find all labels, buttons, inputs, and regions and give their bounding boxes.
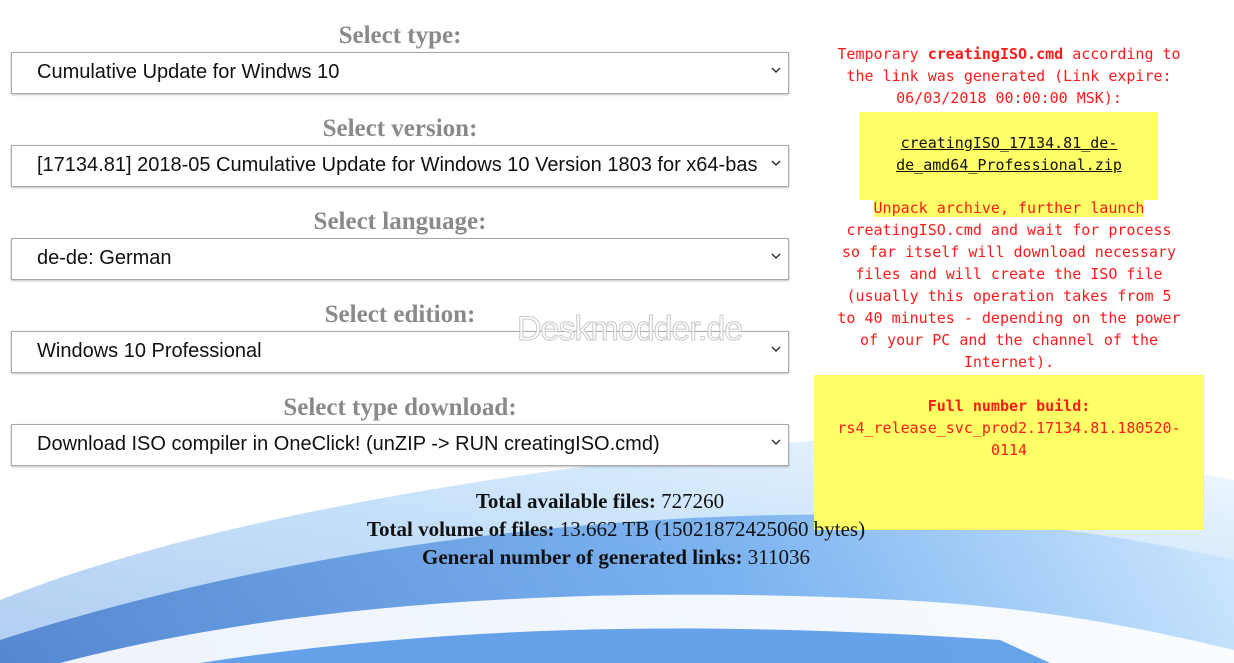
download-link-box: creatingISO_17134.81_de- de_amd64_Profes… <box>860 112 1158 200</box>
intro-post: according to <box>1072 45 1181 63</box>
stat-volume-value: 13.662 TB (15021872425060 bytes) <box>559 517 866 541</box>
select-language-value: de-de: German <box>37 247 172 269</box>
unpack-line-1: Unpack archive, further launch <box>873 199 1145 217</box>
stat-volume: Total volume of files: 13.662 TB (150218… <box>0 517 1233 542</box>
chevron-down-icon <box>771 67 781 74</box>
select-type-dropdown[interactable]: Cumulative Update for Windws 10 <box>11 52 789 94</box>
select-version-value: [17134.81] 2018-05 Cumulative Update for… <box>37 154 758 176</box>
unpack-line: of your PC and the channel of the <box>859 331 1158 349</box>
watermark: Deskmodder.de <box>516 310 743 349</box>
unpack-instructions: Unpack archive, further launch creatingI… <box>814 197 1204 373</box>
intro-pre: Temporary <box>837 45 919 63</box>
select-type-label: Select type: <box>338 22 462 49</box>
unpack-line: creatingISO.cmd and wait for process <box>846 221 1172 239</box>
unpack-line: (usually this operation takes from 5 <box>846 287 1172 305</box>
stat-available-files: Total available files: 727260 <box>0 489 1217 514</box>
download-link[interactable]: creatingISO_17134.81_de- <box>901 134 1118 152</box>
stat-links-label: General number of generated links: <box>422 545 743 569</box>
select-download-type-value: Download ISO compiler in OneClick! (unZI… <box>37 433 660 455</box>
stat-available-label: Total available files: <box>475 489 656 513</box>
build-label: Full number build: <box>927 397 1091 415</box>
chevron-down-icon <box>771 253 781 260</box>
select-language-label: Select language: <box>313 208 487 235</box>
select-download-type-dropdown[interactable]: Download ISO compiler in OneClick! (unZI… <box>11 424 789 466</box>
build-info: Full number build: rs4_release_svc_prod2… <box>814 395 1204 461</box>
chevron-down-icon <box>771 439 781 446</box>
stat-generated-links: General number of generated links: 31103… <box>0 545 1233 570</box>
unpack-line: Internet). <box>963 353 1055 371</box>
select-download-type-label: Select type download: <box>283 394 517 421</box>
select-type-value: Cumulative Update for Windws 10 <box>37 61 340 83</box>
intro-file: creatingISO.cmd <box>927 45 1064 63</box>
select-version-dropdown[interactable]: [17134.81] 2018-05 Cumulative Update for… <box>11 145 789 187</box>
stat-available-value: 727260 <box>661 489 725 513</box>
stat-links-value: 311036 <box>747 545 810 569</box>
intro-text: Temporary creatingISO.cmd according to t… <box>814 43 1204 109</box>
build-value-1: rs4_release_svc_prod2.17134.81.180520- <box>837 419 1181 437</box>
download-link-cont[interactable]: de_amd64_Professional.zip <box>896 156 1122 174</box>
select-version-label: Select version: <box>322 115 478 142</box>
unpack-line: files and will create the ISO file <box>855 265 1163 283</box>
stat-volume-label: Total volume of files: <box>366 517 555 541</box>
unpack-line: to 40 minutes - depending on the power <box>837 309 1181 327</box>
build-value-2: 0114 <box>990 441 1028 459</box>
unpack-line: so far itself will download necessary <box>841 243 1177 261</box>
intro-line-3: 06/03/2018 00:00:00 MSK): <box>896 89 1122 107</box>
intro-line-2: the link was generated (Link expire: <box>846 67 1172 85</box>
select-language-dropdown[interactable]: de-de: German <box>11 238 789 280</box>
chevron-down-icon <box>771 346 781 353</box>
chevron-down-icon <box>771 160 781 167</box>
